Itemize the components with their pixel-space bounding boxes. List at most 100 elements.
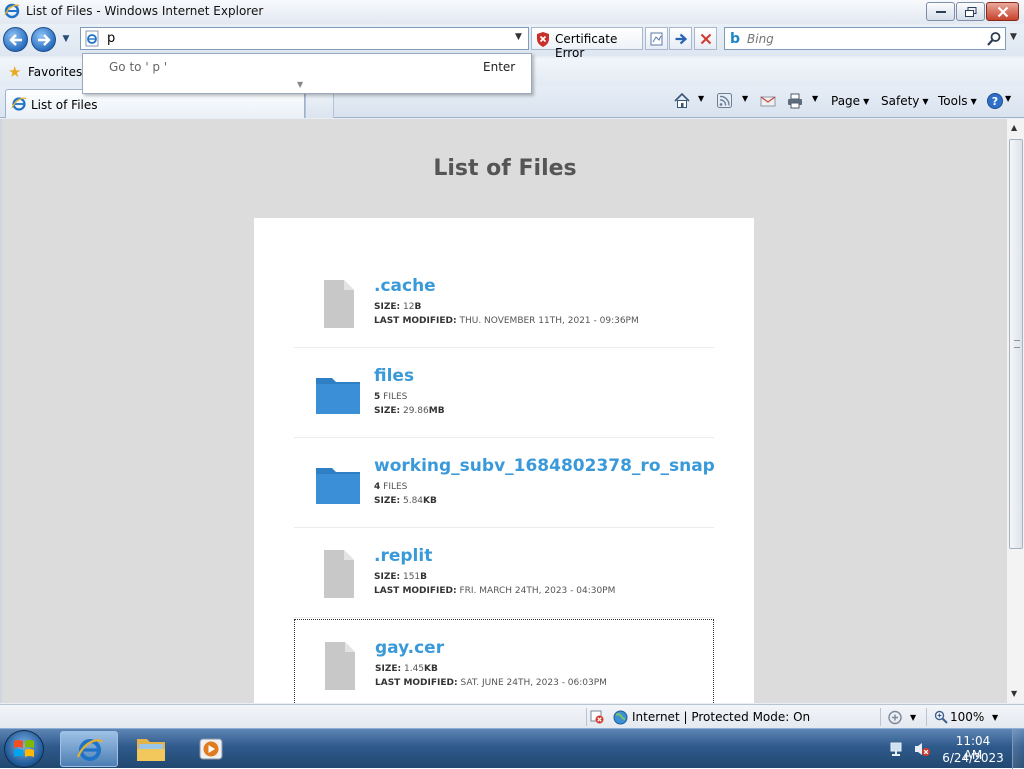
address-dropdown-button[interactable]: ▼ <box>515 32 522 42</box>
print-dropdown[interactable]: ▼ <box>812 94 818 103</box>
search-icon[interactable] <box>986 31 1002 47</box>
list-item[interactable]: working_subv_1684802378_ro_snap 4 FILES … <box>294 438 715 528</box>
entry-size-line: SIZE: 29.86MB <box>374 406 445 416</box>
recent-pages-dropdown[interactable]: ▼ <box>59 32 73 46</box>
page-menu-label: Page <box>831 94 861 108</box>
entry-count-line: 4 FILES <box>374 482 408 492</box>
tools-menu[interactable]: Tools ▼ <box>938 91 977 113</box>
compatibility-view-icon <box>650 32 662 45</box>
autocomplete-goto[interactable]: Go to ' p ' <box>109 60 167 74</box>
restore-button[interactable] <box>956 2 985 21</box>
help-icon[interactable]: ? <box>986 92 1004 110</box>
stop-button[interactable] <box>694 27 717 50</box>
search-options-dropdown[interactable]: ▼ <box>1010 32 1017 42</box>
start-button[interactable] <box>4 730 44 768</box>
svg-text:?: ? <box>992 95 998 108</box>
entry-name-link[interactable]: files <box>374 366 414 386</box>
forward-button[interactable] <box>31 27 56 52</box>
arrow-right-icon <box>37 33 51 46</box>
print-icon[interactable] <box>786 92 804 110</box>
volume-muted-icon[interactable] <box>913 741 931 757</box>
favorites-star-icon: ★ <box>8 63 22 81</box>
status-separator <box>926 708 927 726</box>
scrollbar-grip <box>1014 340 1020 348</box>
taskbar-media-player[interactable] <box>182 731 240 767</box>
list-item[interactable]: gay.cer SIZE: 1.45KB LAST MODIFIED: SAT.… <box>294 619 714 703</box>
taskbar: 11:04 AM 6/24/2023 <box>0 728 1024 769</box>
vertical-scrollbar[interactable]: ▲ ▼ <box>1006 119 1024 703</box>
entry-modified-line: LAST MODIFIED: THU. NOVEMBER 11TH, 2021 … <box>374 316 639 326</box>
close-button[interactable] <box>986 2 1019 21</box>
entry-modified-line: LAST MODIFIED: FRI. MARCH 24TH, 2023 - 0… <box>374 586 616 596</box>
search-input[interactable] <box>747 31 967 47</box>
internet-globe-icon <box>613 710 628 725</box>
file-icon <box>324 280 354 328</box>
favorites-label: Favorites <box>28 65 83 79</box>
taskbar-windows-explorer[interactable] <box>122 731 180 767</box>
entry-size-line: SIZE: 12B <box>374 302 422 312</box>
back-button[interactable] <box>3 27 28 52</box>
favorites-button[interactable]: ★ Favorites <box>6 62 82 82</box>
media-player-icon <box>199 738 223 760</box>
clock-date[interactable]: 6/24/2023 <box>941 751 1005 765</box>
entry-name-link[interactable]: working_subv_1684802378_ro_snap <box>374 456 715 476</box>
address-bar[interactable]: ▼ <box>80 27 529 50</box>
feeds-dropdown[interactable]: ▼ <box>742 94 748 103</box>
scroll-up-arrow-icon[interactable]: ▲ <box>1011 123 1017 132</box>
stop-x-icon <box>700 33 711 44</box>
home-dropdown[interactable]: ▼ <box>698 94 704 103</box>
entry-modified-line: LAST MODIFIED: SAT. JUNE 24TH, 2023 - 06… <box>375 678 607 688</box>
list-item[interactable]: .replit SIZE: 151B LAST MODIFIED: FRI. M… <box>294 528 714 618</box>
status-bar: Internet | Protected Mode: On ▼ 100% ▼ <box>0 704 1024 728</box>
compatibility-view-button[interactable] <box>645 27 668 50</box>
entry-name-link[interactable]: gay.cer <box>375 638 444 658</box>
arrow-left-icon <box>8 33 22 46</box>
entry-name-link[interactable]: .cache <box>374 276 436 296</box>
search-box[interactable]: b <box>724 27 1006 50</box>
page-title: List of Files <box>433 156 577 181</box>
file-list-panel: .cache SIZE: 12B LAST MODIFIED: THU. NOV… <box>254 218 754 703</box>
entry-size-line: SIZE: 1.45KB <box>375 664 438 674</box>
file-icon <box>324 550 354 598</box>
address-autocomplete-dropdown[interactable]: Go to ' p ' Enter ▼ <box>82 53 532 94</box>
safety-menu[interactable]: Safety ▼ <box>881 91 929 113</box>
status-separator <box>880 708 881 726</box>
show-desktop-button[interactable] <box>1012 729 1024 769</box>
taskbar-internet-explorer[interactable] <box>60 731 118 767</box>
read-mail-icon[interactable] <box>759 92 777 110</box>
blocked-content-icon[interactable] <box>590 710 604 724</box>
feeds-icon[interactable] <box>716 92 734 110</box>
bing-logo-icon: b <box>730 31 741 47</box>
scroll-down-arrow-icon[interactable]: ▼ <box>1011 689 1017 698</box>
popup-settings-icon[interactable] <box>887 710 903 725</box>
ie-logo-icon <box>4 3 20 19</box>
go-arrow-icon <box>675 33 687 44</box>
minimize-button[interactable] <box>926 2 955 21</box>
ie-page-icon <box>85 30 99 47</box>
entry-count-line: 5 FILES <box>374 392 408 402</box>
page-menu[interactable]: Page ▼ <box>831 91 869 113</box>
certificate-error-button[interactable]: Certificate Error <box>531 27 643 60</box>
entry-name-link[interactable]: .replit <box>374 546 432 566</box>
zoom-icon[interactable] <box>934 710 948 724</box>
security-zone-text[interactable]: Internet | Protected Mode: On <box>632 710 810 724</box>
ie-logo-icon <box>76 739 103 761</box>
help-dropdown[interactable]: ▼ <box>1005 94 1011 103</box>
autocomplete-resize-grip[interactable]: ▼ <box>297 80 303 89</box>
network-icon[interactable] <box>889 741 907 757</box>
tab-label: List of Files <box>31 98 98 112</box>
page-content: List of Files .cache SIZE: 12B LAST MODI… <box>0 119 1006 703</box>
address-input[interactable] <box>107 30 487 47</box>
file-icon <box>325 642 355 690</box>
scrollbar-thumb[interactable] <box>1009 139 1023 549</box>
ie-window: List of Files - Windows Internet Explore… <box>0 0 1024 728</box>
zoom-level[interactable]: 100% <box>950 710 984 724</box>
popup-settings-dropdown[interactable]: ▼ <box>910 713 916 722</box>
ie-tab-icon <box>11 97 27 111</box>
list-item[interactable]: .cache SIZE: 12B LAST MODIFIED: THU. NOV… <box>294 258 714 348</box>
home-icon[interactable] <box>673 92 691 110</box>
zoom-dropdown[interactable]: ▼ <box>992 713 998 722</box>
folder-icon <box>316 468 360 504</box>
list-item[interactable]: files 5 FILES SIZE: 29.86MB <box>294 348 714 438</box>
go-button[interactable] <box>669 27 692 50</box>
